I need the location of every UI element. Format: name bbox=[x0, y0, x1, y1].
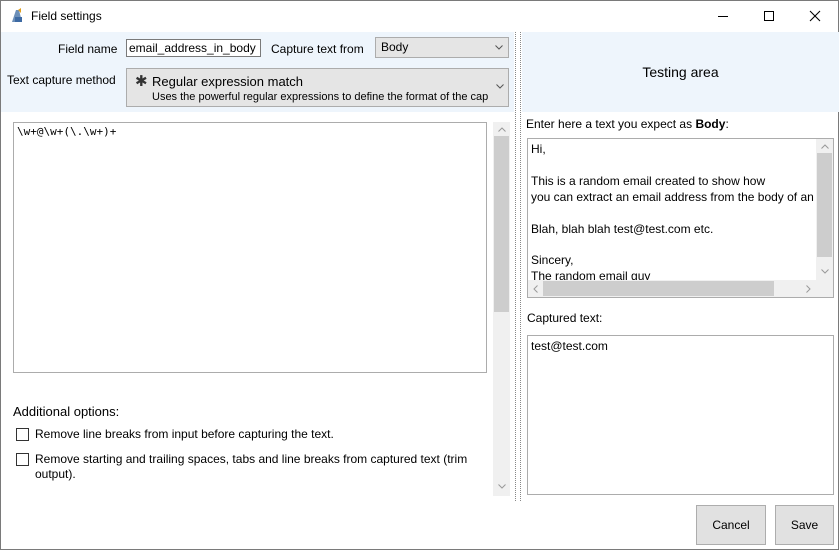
expect-field-name: Body bbox=[695, 117, 726, 131]
maximize-icon bbox=[764, 11, 774, 21]
scroll-up-icon[interactable] bbox=[821, 144, 829, 149]
app-icon bbox=[9, 8, 25, 24]
sample-text-input[interactable]: Hi, This is a random email created to sh… bbox=[527, 138, 834, 298]
chevron-down-icon bbox=[496, 84, 504, 89]
minimize-button[interactable] bbox=[700, 1, 746, 31]
field-name-input[interactable]: email_address_in_body bbox=[126, 39, 261, 57]
regex-editor[interactable]: \w+@\w+(\.\w+)+ bbox=[13, 122, 487, 373]
minimize-icon bbox=[718, 16, 728, 17]
scroll-left-icon[interactable] bbox=[533, 285, 538, 293]
settings-scrollbar[interactable] bbox=[493, 122, 510, 496]
scroll-thumb[interactable] bbox=[543, 281, 774, 296]
option-label: Remove line breaks from input before cap… bbox=[35, 427, 334, 441]
chevron-down-icon bbox=[495, 45, 503, 50]
settings-panel: Field name email_address_in_body Capture… bbox=[1, 32, 514, 550]
field-settings-window: Field settings Field name email_address_… bbox=[0, 0, 839, 550]
asterisk-icon: ✱ bbox=[135, 73, 148, 90]
close-icon bbox=[809, 10, 821, 22]
checkbox[interactable] bbox=[16, 453, 29, 466]
scroll-down-icon[interactable] bbox=[821, 269, 829, 274]
capture-method-select[interactable]: ✱ Regular expression match Uses the powe… bbox=[126, 68, 509, 107]
save-button[interactable]: Save bbox=[775, 505, 834, 545]
captured-text-output: test@test.com bbox=[527, 335, 834, 495]
maximize-button[interactable] bbox=[746, 1, 792, 31]
additional-options-heading: Additional options: bbox=[13, 404, 120, 419]
checkbox[interactable] bbox=[16, 428, 29, 441]
sample-hscrollbar[interactable] bbox=[528, 280, 833, 297]
testing-area-header: Testing area bbox=[522, 32, 839, 112]
scroll-up-icon[interactable] bbox=[498, 127, 506, 132]
capture-method-label: Text capture method bbox=[7, 73, 116, 87]
option-label: Remove starting and trailing spaces, tab… bbox=[35, 452, 468, 481]
settings-header: Field name email_address_in_body Capture… bbox=[1, 32, 514, 112]
scroll-down-icon[interactable] bbox=[498, 484, 506, 489]
method-description: Uses the powerful regular expressions to… bbox=[152, 91, 489, 103]
testing-panel: Testing area Enter here a text you expec… bbox=[522, 32, 839, 550]
field-name-label: Field name bbox=[58, 42, 118, 56]
testing-area-title: Testing area bbox=[642, 64, 719, 80]
capture-from-value: Body bbox=[381, 40, 409, 54]
sample-vscrollbar[interactable] bbox=[816, 139, 833, 281]
captured-text-label: Captured text: bbox=[527, 311, 603, 325]
scroll-right-icon[interactable] bbox=[806, 285, 811, 293]
scroll-thumb[interactable] bbox=[817, 153, 832, 257]
close-button[interactable] bbox=[792, 1, 838, 31]
window-title: Field settings bbox=[31, 9, 102, 23]
cancel-button[interactable]: Cancel bbox=[696, 505, 766, 545]
scroll-thumb[interactable] bbox=[494, 136, 509, 312]
panel-splitter[interactable] bbox=[515, 32, 521, 501]
capture-from-label: Capture text from bbox=[271, 42, 364, 56]
capture-from-select[interactable]: Body bbox=[375, 37, 509, 58]
expect-label: Enter here a text you expect as Body: bbox=[526, 117, 729, 131]
title-bar: Field settings bbox=[1, 1, 838, 31]
method-title: Regular expression match bbox=[152, 74, 304, 89]
sample-text: Hi, This is a random email created to sh… bbox=[531, 142, 824, 284]
